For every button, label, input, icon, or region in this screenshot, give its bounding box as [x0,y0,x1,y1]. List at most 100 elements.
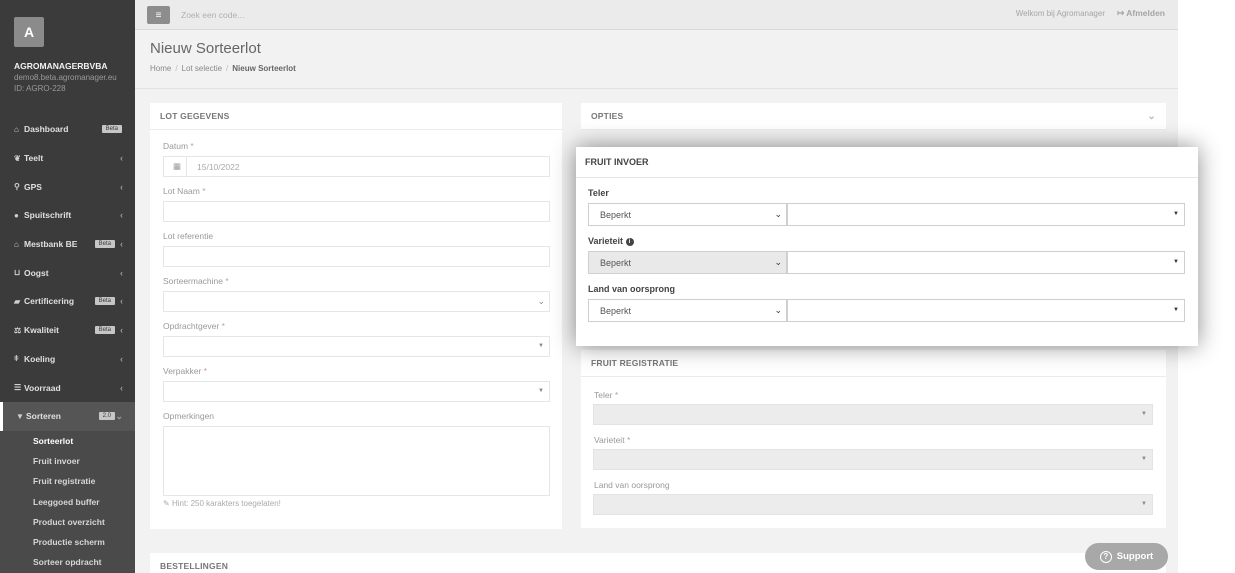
sidebar-item-label: GPS [24,181,42,192]
chevron-down-icon: ⌄ [115,410,123,421]
dialog-title: FRUIT INVOER [576,147,1198,178]
land-filter-select[interactable]: Beperkt ⌄ [588,299,787,322]
panel-header: FRUIT REGISTRATIE [581,350,1166,377]
sidebar-item-label: Certificering [24,296,75,307]
teler-combobox[interactable]: ▼ [787,203,1185,226]
beta-badge: Beta [101,125,122,134]
reg-teler-select[interactable]: ▼ [593,404,1153,425]
lotref-input[interactable] [163,246,550,267]
sidebar-item-spuitschrift[interactable]: ● Spuitschrift ‹ [0,201,135,230]
leaf-icon: ❦ [14,153,21,163]
chevron-down-icon[interactable]: ⌄ [1147,111,1156,122]
sidebar-item-dashboard[interactable]: ⌂ Dashboard Beta [0,115,135,144]
breadcrumb-lot-selectie[interactable]: Lot selectie [182,64,222,73]
caret-down-icon: ▼ [1141,501,1147,507]
sorteermachine-select[interactable]: ⌄ [163,291,550,312]
search-input[interactable]: Zoek een code... [181,10,244,20]
chevron-left-icon: ‹ [120,181,123,192]
breadcrumb-current: Nieuw Sorteerlot [232,64,296,73]
filter-icon: ▼ [16,411,24,421]
page-title: Nieuw Sorteerlot [150,40,261,57]
version-badge: 2.0 [98,412,115,421]
sidebar-item-oogst[interactable]: ⊔ Oogst ‹ [0,258,135,287]
top-bar: ≡ Zoek een code... Welkom bij Agromanage… [135,0,1178,30]
caret-down-icon: ▼ [1141,456,1147,462]
panel-header[interactable]: OPTIES ⌄ [581,103,1166,130]
info-icon[interactable]: i [625,237,634,246]
lotnaam-label: Lot Naam * [163,186,206,196]
chevron-down-icon: ⌄ [774,209,782,219]
lotref-label: Lot referentie [163,231,214,241]
sub-item-fruit-invoer[interactable]: Fruit invoer [0,451,135,471]
sidebar-item-koeling[interactable]: ǂ Koeling ‹ [0,345,135,374]
teler-filter-select[interactable]: Beperkt ⌄ [588,203,787,226]
question-icon: ? [1099,550,1112,563]
land-combobox[interactable]: ▼ [787,299,1185,322]
opdrachtgever-select[interactable]: ▼ [163,336,550,357]
sign-out-icon: ↦ [1117,8,1125,18]
chevron-left-icon: ‹ [120,382,123,393]
caret-down-icon: ▼ [538,343,544,349]
support-button[interactable]: ? Support [1085,543,1168,570]
list-icon: ☰ [14,383,22,393]
sidebar-item-teelt[interactable]: ❦ Teelt ‹ [0,144,135,173]
chevron-left-icon: ‹ [120,353,123,364]
reg-land-select[interactable]: ▼ [593,494,1153,515]
sidebar-nav: ⌂ Dashboard Beta ❦ Teelt ‹ ⚲ GPS ‹ ● Spu… [0,115,135,573]
sub-item-product-overzicht[interactable]: Product overzicht [0,512,135,532]
sidebar-item-label: Mestbank BE [24,239,78,250]
chevron-left-icon: ‹ [120,267,123,278]
sidebar-item-certificering[interactable]: ▰ Certificering Beta ‹ [0,287,135,316]
sub-item-productie-scherm[interactable]: Productie scherm [0,532,135,552]
bestellingen-panel: BESTELLINGEN [150,553,1166,573]
chevron-left-icon: ‹ [120,153,123,164]
chevron-down-icon: ⌄ [774,305,782,315]
logout-link[interactable]: ↦ Afmelden [1117,8,1165,19]
opmerkingen-textarea[interactable] [163,426,550,496]
sidebar-item-voorraad[interactable]: ☰ Voorraad ‹ [0,373,135,402]
chevron-down-icon: ⌄ [774,257,782,267]
breadcrumb: Home / Lot selectie / Nieuw Sorteerlot [150,64,296,73]
sub-item-sorteerlot[interactable]: Sorteerlot [0,431,135,451]
sidebar-item-kwaliteit[interactable]: ⚖ Kwaliteit Beta ‹ [0,316,135,345]
fruit-invoer-dialog: FRUIT INVOER Teler Beperkt ⌄ ▼ Varieteit… [576,147,1198,346]
sidebar-item-mestbank[interactable]: ⌂ Mestbank BE Beta ‹ [0,230,135,259]
menu-toggle-button[interactable]: ≡ [147,6,170,24]
logout-label: Afmelden [1126,8,1165,18]
basket-icon: ⊔ [14,268,21,278]
varieteit-combobox[interactable]: ▼ [787,251,1185,274]
varieteit-label: Varieteit i [588,236,634,246]
company-id: ID: AGRO-228 [14,84,66,93]
chevron-left-icon: ‹ [120,210,123,221]
sub-item-fruit-registratie[interactable]: Fruit registratie [0,471,135,491]
reg-varieteit-select[interactable]: ▼ [593,449,1153,470]
beta-badge: Beta [94,297,115,306]
comment-icon: ✎ [163,499,170,508]
sidebar-item-sorteren[interactable]: ▼ Sorteren 2.0 ⌄ [0,401,135,431]
caret-down-icon: ▼ [538,388,544,394]
sidebar-item-gps[interactable]: ⚲ GPS ‹ [0,172,135,201]
datum-input[interactable]: ▦ 15/10/2022 [163,156,550,177]
sub-item-leeggoed-buffer[interactable]: Leeggoed buffer [0,491,135,511]
datum-label: Datum * [163,141,194,151]
varieteit-filter-select[interactable]: Beperkt ⌄ [588,251,787,274]
fruit-registratie-panel: FRUIT REGISTRATIE Teler * ▼ Varieteit * … [581,350,1166,528]
avatar[interactable]: A [14,17,44,47]
sub-item-sorteer-opdracht[interactable]: Sorteer opdracht [0,552,135,572]
panel-header: LOT GEGEVENS [150,103,562,130]
sidebar-item-label: Oogst [24,267,49,278]
bank-icon: ⌂ [14,239,19,249]
breadcrumb-home[interactable]: Home [150,64,171,73]
lotnaam-input[interactable] [163,201,550,222]
verpakker-select[interactable]: ▼ [163,381,550,402]
panel-header: BESTELLINGEN [150,553,1166,573]
reg-land-label: Land van oorsprong [594,480,670,490]
caret-down-icon: ▼ [1173,259,1179,265]
app-root: A AGROMANAGERBVBA demo8.beta.agromanager… [0,0,1235,573]
caret-down-icon: ▼ [1173,307,1179,313]
thermometer-icon: ǂ [14,354,19,364]
company-name: AGROMANAGERBVBA [14,61,108,71]
chevron-down-icon: ⌄ [537,296,545,306]
balance-icon: ⚖ [14,325,22,335]
land-label: Land van oorsprong [588,284,676,294]
